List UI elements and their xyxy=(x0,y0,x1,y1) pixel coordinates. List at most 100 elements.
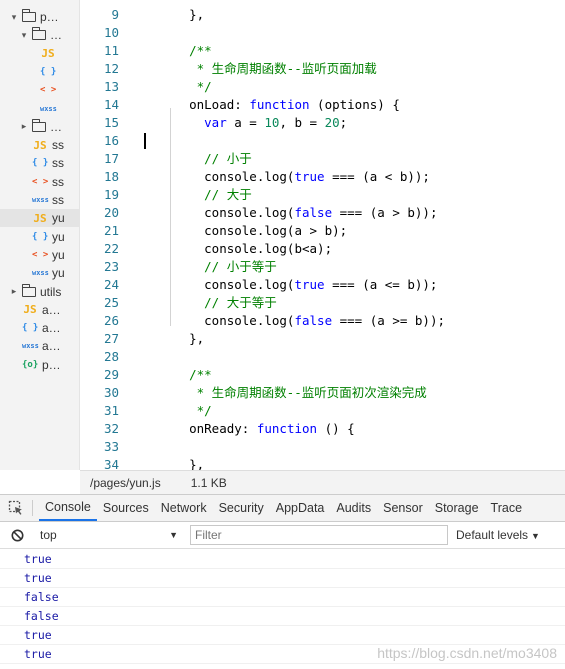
code-token: // 小于 xyxy=(159,151,252,166)
tab-console[interactable]: Console xyxy=(39,495,97,521)
tree-file[interactable]: JS ss xyxy=(0,136,79,154)
code-line[interactable]: 32 onReady: function () { xyxy=(81,420,565,438)
line-number: 29 xyxy=(103,367,119,382)
tab-sources[interactable]: Sources xyxy=(97,495,155,521)
tab-audits[interactable]: Audits xyxy=(330,495,377,521)
tab-network[interactable]: Network xyxy=(155,495,213,521)
tree-file[interactable]: wxss a… xyxy=(0,337,79,355)
code-token: /** xyxy=(159,367,212,382)
code-token: }, xyxy=(159,457,205,470)
code-line[interactable]: 33 xyxy=(81,438,565,456)
code-line[interactable]: 17 // 小于 xyxy=(81,150,565,168)
inspect-element-icon[interactable] xyxy=(0,495,32,521)
devtools-tab-bar: Console Sources Network Security AppData Audi… xyxy=(0,494,565,522)
code-line[interactable]: 27 }, xyxy=(81,330,565,348)
tree-file[interactable]: < > ss xyxy=(0,173,79,191)
code-line[interactable]: 31 */ xyxy=(81,402,565,420)
code-line[interactable]: 12 * 生命周期函数--监听页面加载 xyxy=(81,60,565,78)
code-token: === (a >= b)); xyxy=(332,313,445,328)
code-line[interactable]: 21 console.log(a > b); xyxy=(81,222,565,240)
tab-trace[interactable]: Trace xyxy=(485,495,529,521)
filter-input[interactable] xyxy=(190,525,448,545)
code-token: console.log( xyxy=(159,169,295,184)
line-number: 27 xyxy=(103,331,119,346)
tree-file[interactable]: JS yu xyxy=(0,209,79,228)
chevron-right-icon[interactable]: ▸ xyxy=(20,121,28,132)
tree-file[interactable]: wxss yu xyxy=(0,264,79,282)
code-text: // 小于等于 xyxy=(159,258,277,276)
chevron-down-icon[interactable]: ▾ xyxy=(20,30,28,41)
tree-file[interactable]: { } yu xyxy=(0,228,79,246)
code-line[interactable]: 22 console.log(b<a); xyxy=(81,240,565,258)
code-editor[interactable]: 9 }, 10 11 /** 12 * 生命周期函数--监听页面加载 13 */14 o… xyxy=(81,0,565,470)
code-line[interactable]: 24 console.log(true === (a <= b)); xyxy=(81,276,565,294)
code-line[interactable]: 30 * 生命周期函数--监听页面初次渲染完成 xyxy=(81,384,565,402)
tree-file[interactable]: wxss xyxy=(0,100,79,118)
code-token: // 大于等于 xyxy=(159,295,277,310)
code-line[interactable]: 29 /** xyxy=(81,366,565,384)
code-token: === (a < b)); xyxy=(324,169,430,184)
code-line[interactable]: 16 xyxy=(81,132,565,150)
code-line[interactable]: 23 // 小于等于 xyxy=(81,258,565,276)
tree-item-label: utils xyxy=(40,284,62,299)
tree-folder[interactable]: ▸ utils xyxy=(0,283,79,301)
code-line[interactable]: 15 var a = 10, b = 20; xyxy=(81,114,565,132)
code-line[interactable]: 34 }, xyxy=(81,456,565,470)
tree-file[interactable]: {o} p… xyxy=(0,356,79,374)
code-text: }, xyxy=(159,6,204,24)
line-number: 17 xyxy=(103,151,119,166)
line-number: 16 xyxy=(103,133,119,148)
tree-file[interactable]: { } ss xyxy=(0,154,79,172)
line-number: 22 xyxy=(103,241,119,256)
tree-file[interactable]: JS xyxy=(0,45,79,63)
js-file-icon: JS xyxy=(33,138,47,152)
code-line[interactable]: 26 console.log(false === (a >= b)); xyxy=(81,312,565,330)
tab-sensor[interactable]: Sensor xyxy=(377,495,429,521)
log-levels-dropdown[interactable]: Default levels ▼ xyxy=(456,528,540,542)
code-token: onReady: xyxy=(159,421,257,436)
chevron-down-icon[interactable]: ▾ xyxy=(10,12,18,23)
chevron-right-icon[interactable]: ▸ xyxy=(10,286,18,297)
code-text: }, xyxy=(159,330,204,348)
tree-item-label: a… xyxy=(42,339,61,354)
clear-console-icon[interactable] xyxy=(0,529,34,542)
chevron-down-icon: ▼ xyxy=(169,530,178,540)
tree-folder[interactable]: ▸… xyxy=(0,118,79,136)
code-line[interactable]: 11 /** xyxy=(81,42,565,60)
code-line[interactable]: 10 xyxy=(81,24,565,42)
wxml-file-icon: < > xyxy=(32,176,49,187)
code-token: a = xyxy=(226,115,265,130)
context-select[interactable]: top ▼ xyxy=(40,524,180,546)
tab-appdata[interactable]: AppData xyxy=(270,495,331,521)
code-text: console.log(true === (a < b)); xyxy=(159,168,430,186)
tree-file[interactable]: < > yu xyxy=(0,246,79,264)
tree-file[interactable]: < > xyxy=(0,81,79,99)
tree-file[interactable]: JS a… xyxy=(0,301,79,319)
code-line[interactable]: 9 }, xyxy=(81,6,565,24)
tree-item-label: a… xyxy=(42,321,61,336)
code-line[interactable]: 14 onLoad: function (options) { xyxy=(81,96,565,114)
code-token: 10 xyxy=(264,115,280,130)
tab-security[interactable]: Security xyxy=(213,495,270,521)
code-text: /** xyxy=(159,42,212,60)
tree-file[interactable]: { } xyxy=(0,63,79,81)
code-line[interactable]: 20 console.log(false === (a > b)); xyxy=(81,204,565,222)
code-token: false xyxy=(294,313,333,328)
tree-item-label: yu xyxy=(52,211,65,226)
line-number: 9 xyxy=(111,7,119,22)
code-line[interactable]: 28 xyxy=(81,348,565,366)
tree-file[interactable]: wxss ss xyxy=(0,191,79,209)
line-number: 34 xyxy=(103,457,119,470)
tab-storage[interactable]: Storage xyxy=(429,495,485,521)
code-text: // 大于 xyxy=(159,186,252,204)
tree-folder[interactable]: ▾ p… xyxy=(0,8,79,26)
tree-file[interactable]: { } a… xyxy=(0,319,79,337)
code-line[interactable]: 18 console.log(true === (a < b)); xyxy=(81,168,565,186)
code-line[interactable]: 25 // 大于等于 xyxy=(81,294,565,312)
code-line[interactable]: 13 */ xyxy=(81,78,565,96)
code-line[interactable]: 19 // 大于 xyxy=(81,186,565,204)
json-file-icon: { } xyxy=(22,323,39,334)
console-log-row: false xyxy=(0,588,565,607)
code-token: console.log( xyxy=(159,205,295,220)
tree-folder[interactable]: ▾… xyxy=(0,26,79,44)
